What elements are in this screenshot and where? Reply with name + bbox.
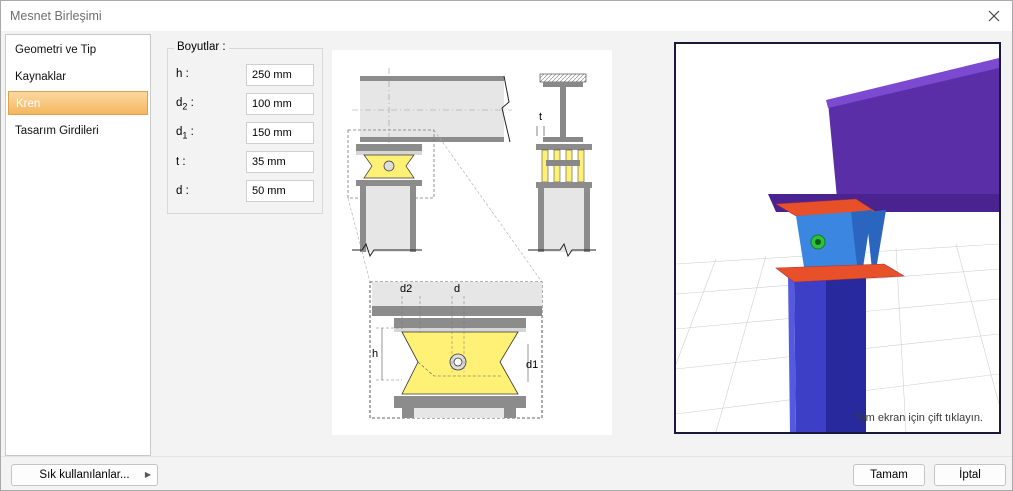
close-icon[interactable] [984,6,1004,26]
sidebar-item-label: Geometri ve Tip [15,44,97,56]
3d-model-svg [676,58,999,432]
chevron-right-icon: ▶ [144,470,151,479]
sidebar-item-label: Kren [16,98,41,110]
dimensions-title: Boyutlar : [174,41,229,53]
label-d2: d2 : [176,97,194,112]
dimensions-group: Boyutlar : h : 250 mm d2 : 100 mm d1 : 1… [167,41,323,214]
fullscreen-hint: Tam ekran için çift tıklayın. [854,412,983,424]
cancel-button[interactable]: İptal [934,464,1006,486]
label-h-drawing: h [372,348,378,360]
sidebar-item-label: Tasarım Girdileri [15,125,99,137]
sidebar-item-geometri-ve-tip[interactable]: Geometri ve Tip [8,38,148,62]
section-view: t [528,73,596,258]
dialog-window: Mesnet Birleşimi Geometri ve Tip Kaynakl… [0,0,1013,491]
footer-divider [1,456,1012,457]
label-d2-drawing: d2 [400,283,412,295]
label-t-drawing: t [539,111,542,123]
label-t: t : [176,156,186,168]
sidebar-item-label: Kaynaklar [15,71,67,83]
label-d1: d1 : [176,126,194,141]
sidebar-item-kaynaklar[interactable]: Kaynaklar [8,65,148,89]
sidebar-item-tasarim-girdileri[interactable]: Tasarım Girdileri [8,119,148,143]
d2-field[interactable]: 100 mm [246,93,314,115]
label-d-drawing: d [454,283,460,295]
h-field[interactable]: 250 mm [246,64,314,86]
drawing-svg: t d2 d h d1 [347,68,596,419]
technical-drawing: t d2 d h d1 [332,50,612,435]
bolt-center [815,239,821,245]
3d-viewport[interactable]: Tam ekran için çift tıklayın. [674,42,1001,434]
label-d: d : [176,185,189,197]
side-view [347,68,543,283]
column-side [826,270,866,432]
d1-field[interactable]: 150 mm [246,122,314,144]
t-field[interactable]: 35 mm [246,151,314,173]
stiffener-2 [866,210,886,270]
bottom-plate [775,263,905,283]
favorites-button[interactable]: Sık kullanılanlar... ▶ [11,464,158,486]
sidebar-item-kren[interactable]: Kren [8,91,148,115]
column-front [794,279,826,432]
title-bar: Mesnet Birleşimi [1,1,1012,31]
window-title: Mesnet Birleşimi [10,9,102,23]
label-d1-drawing: d1 [526,359,538,371]
label-h: h : [176,68,189,80]
detail-view: d2 d h d1 [369,281,543,419]
category-sidebar: Geometri ve Tip Kaynaklar Kren Tasarım G… [5,34,151,456]
d-field[interactable]: 50 mm [246,180,314,202]
favorites-label: Sık kullanılanlar... [39,469,130,481]
ok-button[interactable]: Tamam [853,464,925,486]
